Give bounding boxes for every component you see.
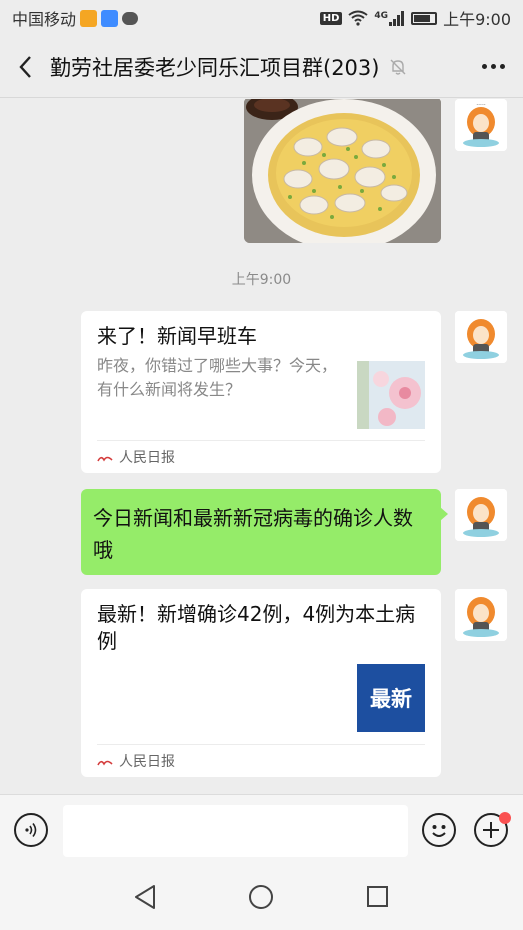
back-triangle-icon[interactable] [133,884,157,910]
chat-title: 勤劳社居委老少同乐汇项目群(203) [50,55,380,80]
more-dots-icon [481,64,487,69]
hd-badge: HD [319,11,343,25]
plus-icon [483,822,499,838]
notification-dot [499,812,511,824]
divider [97,744,425,745]
source-name: 人民日报 [119,450,175,466]
avatar[interactable] [455,489,507,541]
chat-messages[interactable]: ····· 上午9:00 来了！新闻早班车 昨夜，你错过了哪些大事？今天，有什么… [0,99,523,794]
avatar[interactable]: ····· [455,99,507,151]
chevron-left-icon [19,55,31,78]
network-type-label: 4G [374,10,389,21]
battery-icon [411,11,438,25]
clock: 上午9:00 [443,10,511,29]
news-card-title: 最新！新增确诊42例，4例为本土病例 [97,602,416,653]
message-notification-icon [122,11,139,25]
home-circle-icon[interactable] [249,885,273,909]
bell-off-icon [389,58,407,76]
svg-text:·····: ····· [476,102,486,109]
back-button[interactable] [0,36,50,98]
avatar[interactable] [455,311,507,363]
voice-button[interactable] [14,813,48,847]
app-notification-icon [101,9,119,27]
chat-header: 勤劳社居委老少同乐汇项目群(203) [0,36,523,98]
news-card-thumbnail [357,361,425,429]
signal-icon [389,10,405,26]
status-bar: 中国移动 HD 4G 上午9:00 [0,0,523,36]
steamed-egg-clams-image [244,99,441,243]
avatar[interactable] [455,589,507,641]
divider [97,440,425,441]
image-message[interactable] [244,99,441,243]
news-card[interactable]: 来了！新闻早班车 昨夜，你错过了哪些大事？今天，有什么新闻将发生？ 人民日报 [81,311,441,473]
news-card-description: 昨夜，你错过了哪些大事？今天，有什么新闻将发生？ [97,356,338,399]
more-options-button[interactable] [463,36,523,98]
newspaper-logo-icon [97,756,113,766]
source-name: 人民日报 [119,754,175,770]
emoji-icon [432,825,446,837]
news-card-source: 人民日报 [97,447,175,467]
newspaper-logo-icon [97,452,113,462]
message-input-bar [0,794,523,864]
app-notification-icon [80,9,98,27]
system-navigation-bar [0,864,523,930]
news-card-source: 人民日报 [97,751,175,771]
voice-icon [25,823,37,837]
carrier-label: 中国移动 [12,10,77,29]
recent-apps-square-icon[interactable] [367,886,388,907]
news-card-title: 来了！新闻早班车 [97,324,257,348]
news-card-thumbnail: 最新 [357,664,425,732]
wifi-icon [348,10,369,26]
emoji-button[interactable] [422,813,456,847]
message-timestamp: 上午9:00 [231,272,292,288]
message-input[interactable] [63,805,408,857]
news-card[interactable]: 最新！新增确诊42例，4例为本土病例 最新 人民日报 [81,589,441,777]
text-message-bubble[interactable]: 今日新闻和最新新冠病毒的确诊人数哦 [81,489,448,575]
